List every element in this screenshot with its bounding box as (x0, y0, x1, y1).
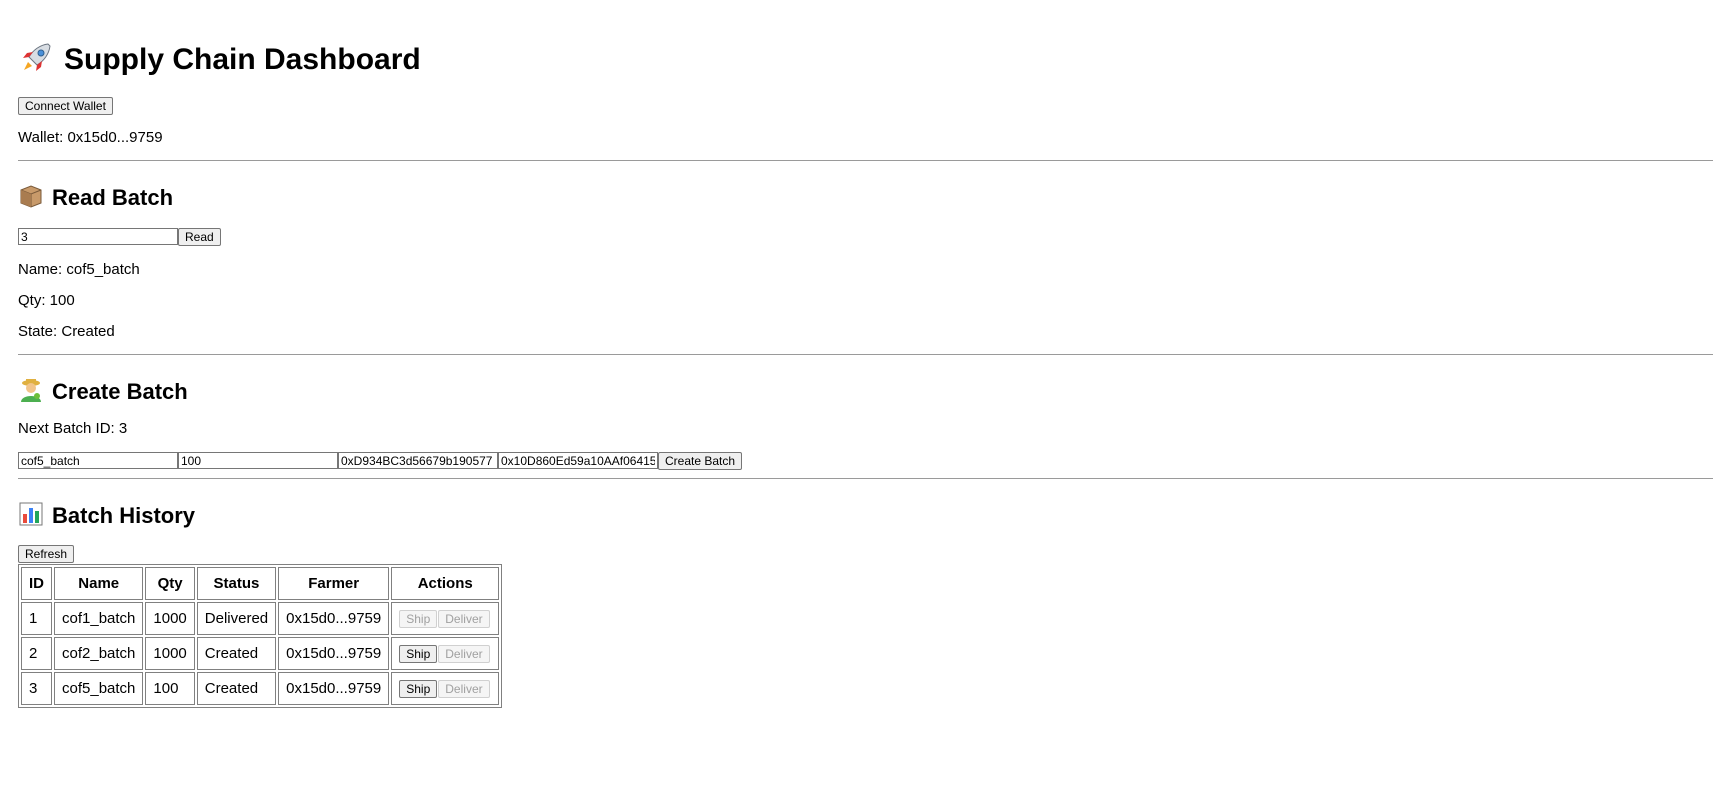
divider (18, 478, 1713, 479)
divider (18, 354, 1713, 355)
cell-id: 1 (21, 602, 52, 635)
column-header-farmer: Farmer (278, 567, 390, 600)
cell-id: 2 (21, 637, 52, 670)
row-actions: Ship Deliver (399, 644, 491, 663)
cell-name: cof2_batch (54, 637, 144, 670)
column-header-name: Name (54, 567, 144, 600)
column-header-status: Status (196, 567, 277, 600)
cell-name: cof5_batch (54, 672, 144, 705)
distributor-address-input[interactable] (498, 452, 658, 469)
batch-state-text: State: Created (18, 323, 115, 340)
column-header-actions: Actions (391, 567, 500, 600)
wallet-address-text: Wallet: 0x15d0...9759 (18, 129, 163, 146)
next-batch-id-text: Next Batch ID: 3 (18, 420, 128, 437)
table-header-row: ID Name Qty Status Farmer Actions (21, 567, 500, 600)
page-title-text: Supply Chain Dashboard (64, 43, 421, 76)
batch-history-heading-text: Batch History (52, 503, 196, 528)
cell-status: Created (196, 637, 277, 670)
rocket-icon (18, 40, 54, 80)
read-batch-heading-text: Read Batch (52, 185, 174, 210)
cell-status: Delivered (196, 602, 277, 635)
batch-qty-input[interactable] (178, 452, 338, 469)
table-row: 1 cof1_batch 1000 Delivered 0x15d0...9759 Shi… (21, 602, 500, 635)
cell-status: Created (196, 672, 277, 705)
cell-farmer: 0x15d0...9759 (278, 637, 390, 670)
column-header-id: ID (21, 567, 52, 600)
package-icon (18, 183, 44, 213)
cell-actions: Ship Deliver (391, 602, 500, 635)
cell-qty: 100 (145, 672, 195, 705)
table-row: 3 cof5_batch 100 Created 0x15d0...9759 Ship De… (21, 672, 500, 705)
cell-qty: 1000 (145, 602, 195, 635)
ship-button: Ship (399, 609, 438, 628)
ship-button[interactable]: Ship (399, 644, 438, 663)
cell-name: cof1_batch (54, 602, 144, 635)
batch-name-input[interactable] (18, 452, 178, 469)
farmer-icon (18, 377, 44, 407)
ship-button[interactable]: Ship (399, 679, 438, 698)
cell-farmer: 0x15d0...9759 (278, 672, 390, 705)
deliver-button: Deliver (438, 644, 490, 663)
create-batch-heading: Create Batch (18, 377, 188, 407)
read-batch-heading: Read Batch (18, 183, 173, 213)
row-actions: Ship Deliver (399, 609, 491, 628)
batch-history-heading: Batch History (18, 501, 195, 531)
divider (18, 160, 1713, 161)
batch-qty-text: Qty: 100 (18, 292, 75, 309)
read-button[interactable]: Read (178, 228, 221, 246)
column-header-qty: Qty (145, 567, 195, 600)
page-title: Supply Chain Dashboard (18, 40, 421, 80)
batch-id-input[interactable] (18, 228, 178, 245)
create-batch-form: Create Batch (18, 452, 743, 470)
refresh-button[interactable]: Refresh (18, 545, 75, 563)
batch-history-table: ID Name Qty Status Farmer Actions 1 cof1_… (18, 564, 503, 708)
deliver-button: Deliver (438, 679, 490, 698)
farmer-address-input[interactable] (338, 452, 498, 469)
cell-actions: Ship Deliver (391, 672, 500, 705)
create-batch-button[interactable]: Create Batch (658, 452, 743, 470)
deliver-button: Deliver (438, 609, 490, 628)
row-actions: Ship Deliver (399, 679, 491, 698)
batch-name-text: Name: cof5_batch (18, 261, 140, 278)
cell-qty: 1000 (145, 637, 195, 670)
cell-id: 3 (21, 672, 52, 705)
cell-actions: Ship Deliver (391, 637, 500, 670)
table-row: 2 cof2_batch 1000 Created 0x15d0...9759 Ship D… (21, 637, 500, 670)
cell-farmer: 0x15d0...9759 (278, 602, 390, 635)
connect-wallet-button[interactable]: Connect Wallet (18, 97, 113, 115)
create-batch-heading-text: Create Batch (52, 379, 188, 404)
read-batch-form: Read (18, 228, 221, 246)
bar-chart-icon (18, 501, 44, 531)
